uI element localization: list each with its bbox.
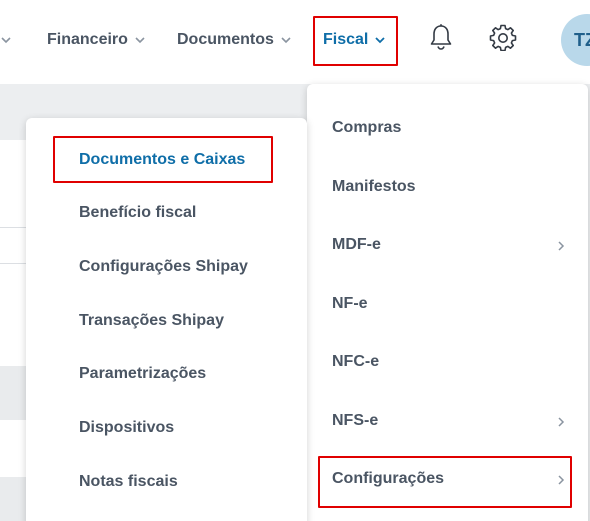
highlight-box [53,136,273,183]
submenu-item-beneficio-fiscal[interactable]: Benefício fiscal [26,193,307,233]
gear-icon [489,23,517,56]
avatar-initials: TZ [574,29,590,50]
highlight-box [313,16,398,66]
chevron-right-icon [556,415,566,427]
menu-item-label: NFC-e [332,353,380,370]
menu-item-nfc-e[interactable]: NFC-e [307,342,588,382]
chevron-down-icon [280,34,292,46]
menu-item-label: Dispositivos [79,419,175,436]
submenu-item-transacoes-shipay[interactable]: Transações Shipay [26,301,307,341]
menu-item-label: Transações Shipay [79,312,224,329]
nav-item-label: Financeiro [47,31,128,48]
chevron-down-icon [0,34,12,46]
notifications-button[interactable] [425,22,457,56]
menu-item-label: Configurações Shipay [79,258,248,275]
submenu-item-configuracoes-shipay[interactable]: Configurações Shipay [26,247,307,287]
menu-item-compras[interactable]: Compras [307,108,588,148]
highlight-box [318,456,572,508]
menu-item-label: NFS-e [332,412,379,429]
menu-item-manifestos[interactable]: Manifestos [307,167,588,207]
nav-item-financeiro[interactable]: Financeiro [47,27,146,53]
menu-item-label: NF-e [332,295,368,312]
nav-item-documentos[interactable]: Documentos [177,27,292,53]
menu-item-label: Notas fiscais [79,473,178,490]
avatar[interactable]: TZ [561,14,590,66]
menu-item-nfs-e[interactable]: NFS-e [307,401,588,441]
nav-item-previous[interactable] [0,27,12,53]
menu-item-nf-e[interactable]: NF-e [307,284,588,324]
submenu-item-notas-fiscais[interactable]: Notas fiscais [26,462,307,502]
menu-item-label: Compras [332,119,402,136]
top-navbar: Financeiro Documentos Fiscal T [0,0,590,84]
chevron-down-icon [134,34,146,46]
menu-item-label: Manifestos [332,178,416,195]
menu-item-label: Benefício fiscal [79,204,197,221]
menu-item-mdf-e[interactable]: MDF-e [307,225,588,265]
chevron-right-icon [556,239,566,251]
menu-item-label: MDF-e [332,236,381,253]
submenu-item-parametrizacoes[interactable]: Parametrizações [26,354,307,394]
bell-icon [428,23,454,56]
settings-button[interactable] [487,22,519,56]
menu-item-label: Parametrizações [79,365,207,382]
submenu-item-dispositivos[interactable]: Dispositivos [26,408,307,448]
nav-item-label: Documentos [177,31,274,48]
